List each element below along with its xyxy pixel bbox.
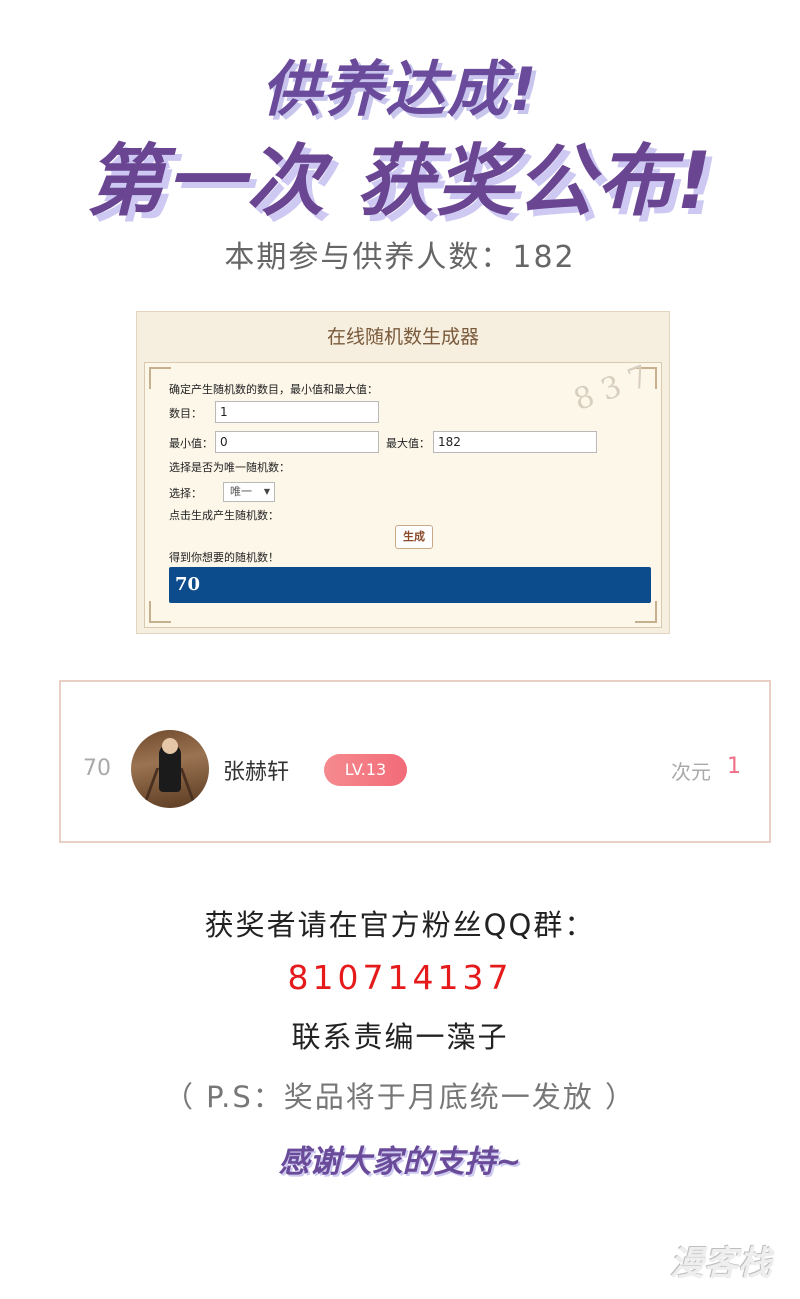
avatar[interactable] — [131, 730, 209, 808]
result-prompt: 得到你想要的随机数！ — [169, 551, 279, 564]
corner-ornament — [149, 601, 171, 623]
winner-rank: 70 — [83, 756, 111, 781]
participant-count: 本期参与供养人数：182 — [224, 240, 576, 275]
generator-instruction: 确定产生随机数的数目，最小值和最大值： — [169, 383, 378, 396]
corner-ornament — [149, 367, 171, 389]
title-line-1: 供养达成! — [261, 55, 539, 125]
select-label: 选择： — [169, 487, 202, 500]
min-input[interactable]: 0 — [215, 431, 379, 453]
qq-group-number: 810714137 — [287, 958, 513, 997]
title-line-2: 第一次 获奖公布! — [0, 134, 800, 230]
unique-select[interactable]: 唯一 ▼ — [223, 482, 275, 502]
decorative-numbers-icon: 8 3 7 — [568, 358, 653, 419]
prize-note: （ P.S：奖品将于月底统一发放 ） — [163, 1080, 637, 1114]
random-number-generator-panel: 在线随机数生成器 8 3 7 确定产生随机数的数目，最小值和最大值： 数目： 1… — [136, 311, 670, 634]
watermark-logo: 漫客栈 — [670, 1244, 772, 1284]
dimension-label: 次元 — [671, 760, 711, 784]
unique-select-value: 唯一 — [230, 485, 252, 498]
corner-ornament — [635, 601, 657, 623]
dropdown-arrow-icon: ▼ — [263, 487, 270, 496]
generator-form: 8 3 7 确定产生随机数的数目，最小值和最大值： 数目： 1 最小值： 0 最… — [144, 358, 662, 628]
dimension-value: 1 — [727, 754, 741, 779]
contact-instruction: 获奖者请在官方粉丝QQ群： — [204, 908, 596, 942]
count-label: 数目： — [169, 407, 202, 420]
unique-prompt: 选择是否为唯一随机数： — [169, 461, 290, 474]
winner-name[interactable]: 张赫轩 — [223, 754, 289, 786]
editor-contact: 联系责编一藻子 — [291, 1020, 509, 1054]
title-line-2-part-2: 获奖公布! — [356, 137, 714, 227]
max-input[interactable]: 182 — [433, 431, 597, 453]
max-label: 最大值： — [386, 437, 430, 450]
click-prompt: 点击生成产生随机数： — [169, 509, 279, 522]
min-label: 最小值： — [169, 437, 213, 450]
level-badge: LV.13 — [324, 754, 407, 786]
thanks-message: 感谢大家的支持~ — [278, 1144, 522, 1180]
generate-button[interactable]: 生成 — [395, 525, 433, 549]
count-input[interactable]: 1 — [215, 401, 379, 423]
result-display: 70 — [169, 567, 651, 603]
generator-title: 在线随机数生成器 — [326, 326, 479, 348]
winner-card: 70 张赫轩 LV.13 次元 1 — [59, 680, 771, 843]
title-line-2-part-1: 第一次 — [86, 137, 327, 227]
